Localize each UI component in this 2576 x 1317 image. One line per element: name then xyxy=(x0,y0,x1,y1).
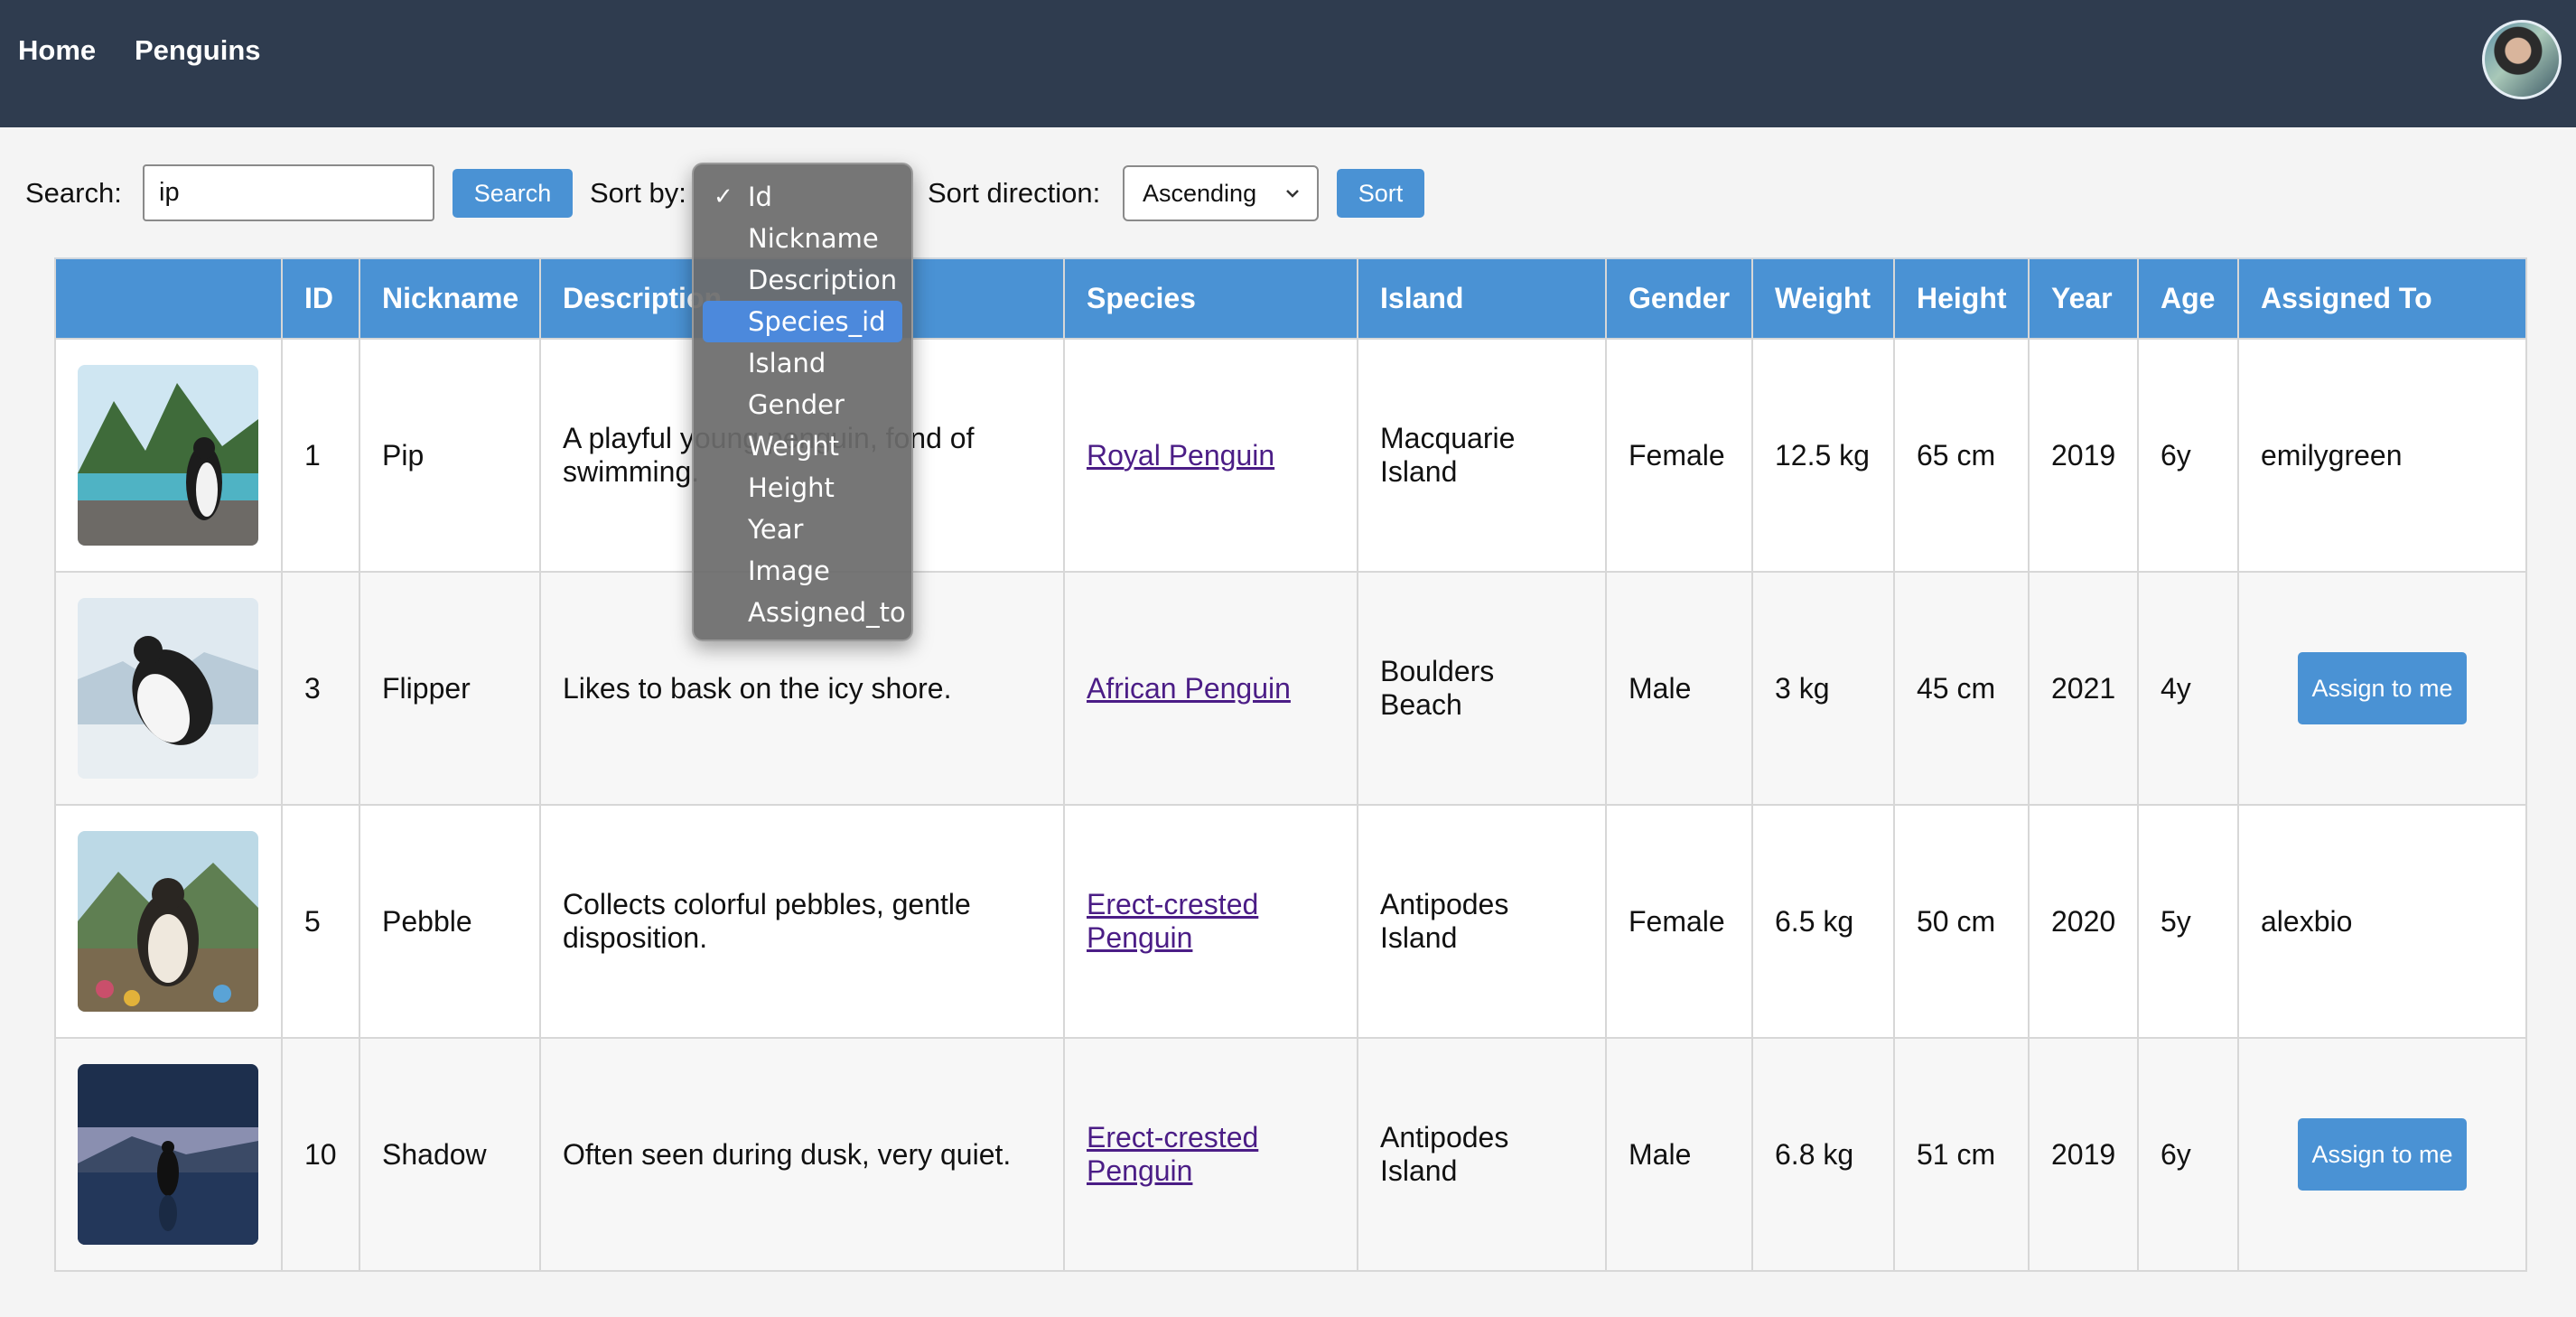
cell-height: 50 cm xyxy=(1893,804,2030,1039)
table-row: 1 Pip A playful young penguin, fond of s… xyxy=(54,338,2527,573)
cell-height: 51 cm xyxy=(1893,1037,2030,1272)
top-nav: Home Penguins xyxy=(0,0,2576,127)
sort-option-description[interactable]: Description xyxy=(703,259,902,301)
table-row: 5 Pebble Collects colorful pebbles, gent… xyxy=(54,804,2527,1039)
sort-option-species-id[interactable]: Species_id xyxy=(703,301,902,342)
sort-button[interactable]: Sort xyxy=(1337,169,1424,218)
table-row: 10 Shadow Often seen during dusk, very q… xyxy=(54,1037,2527,1272)
table-row: 3 Flipper Likes to bask on the icy shore… xyxy=(54,571,2527,806)
cell-height: 65 cm xyxy=(1893,338,2030,573)
cell-description: Collects colorful pebbles, gentle dispos… xyxy=(539,804,1065,1039)
species-link[interactable]: Royal Penguin xyxy=(1087,439,1274,472)
user-avatar[interactable] xyxy=(2482,20,2562,99)
table-header-row: ID Nickname Description Species Island G… xyxy=(54,257,2527,340)
assign-to-me-button[interactable]: Assign to me xyxy=(2298,1118,2467,1191)
header-height: Height xyxy=(1893,257,2030,340)
cell-year: 2020 xyxy=(2028,804,2139,1039)
cell-island: Antipodes Island xyxy=(1357,804,1607,1039)
cell-assigned-to: alexbio xyxy=(2237,804,2527,1039)
sort-option-height[interactable]: Height xyxy=(703,467,902,509)
cell-id: 3 xyxy=(281,571,360,806)
sort-direction-label: Sort direction: xyxy=(928,177,1101,209)
cell-island: Antipodes Island xyxy=(1357,1037,1607,1272)
penguin-photo xyxy=(78,365,258,546)
cell-id: 5 xyxy=(281,804,360,1039)
penguin-photo xyxy=(78,598,258,779)
header-gender: Gender xyxy=(1605,257,1753,340)
species-link[interactable]: African Penguin xyxy=(1087,672,1291,705)
sort-by-dropdown[interactable]: ✓ Id Nickname Description Species_id Isla… xyxy=(692,163,913,641)
sort-direction-value: Ascending xyxy=(1143,179,1257,207)
cell-nickname: Shadow xyxy=(359,1037,541,1272)
header-assigned-to: Assigned To xyxy=(2237,257,2527,340)
penguin-photo xyxy=(78,831,258,1012)
assign-to-me-button[interactable]: Assign to me xyxy=(2298,652,2467,724)
cell-weight: 12.5 kg xyxy=(1751,338,1895,573)
cell-age: 4y xyxy=(2137,571,2239,806)
header-age: Age xyxy=(2137,257,2239,340)
penguin-photo xyxy=(78,1064,258,1245)
cell-gender: Female xyxy=(1605,338,1753,573)
cell-description: Often seen during dusk, very quiet. xyxy=(539,1037,1065,1272)
sort-option-nickname[interactable]: Nickname xyxy=(703,218,902,259)
sort-direction-select[interactable]: Ascending xyxy=(1123,165,1319,221)
checkmark-icon: ✓ xyxy=(714,183,733,210)
cell-weight: 6.8 kg xyxy=(1751,1037,1895,1272)
cell-id: 1 xyxy=(281,338,360,573)
chevron-down-icon xyxy=(1286,190,1299,198)
sort-option-gender[interactable]: Gender xyxy=(703,384,902,425)
cell-height: 45 cm xyxy=(1893,571,2030,806)
header-species: Species xyxy=(1063,257,1358,340)
sort-by-label: Sort by: xyxy=(590,177,686,209)
penguins-table: ID Nickname Description Species Island G… xyxy=(54,257,2527,1272)
header-nickname: Nickname xyxy=(359,257,541,340)
header-id: ID xyxy=(281,257,360,340)
species-link[interactable]: Erect-crested Penguin xyxy=(1087,888,1258,954)
search-label: Search: xyxy=(25,177,122,209)
cell-age: 6y xyxy=(2137,338,2239,573)
cell-id: 10 xyxy=(281,1037,360,1272)
cell-assigned-to: emilygreen xyxy=(2237,338,2527,573)
cell-year: 2019 xyxy=(2028,1037,2139,1272)
cell-age: 5y xyxy=(2137,804,2239,1039)
cell-gender: Female xyxy=(1605,804,1753,1039)
header-island: Island xyxy=(1357,257,1607,340)
cell-nickname: Pebble xyxy=(359,804,541,1039)
header-weight: Weight xyxy=(1751,257,1895,340)
nav-home-link[interactable]: Home xyxy=(18,34,96,67)
search-input[interactable] xyxy=(143,164,434,221)
sort-option-image[interactable]: Image xyxy=(703,550,902,592)
sort-option-island[interactable]: Island xyxy=(703,342,902,384)
header-year: Year xyxy=(2028,257,2139,340)
cell-island: Macquarie Island xyxy=(1357,338,1607,573)
cell-nickname: Pip xyxy=(359,338,541,573)
species-link[interactable]: Erect-crested Penguin xyxy=(1087,1121,1258,1187)
nav-penguins-link[interactable]: Penguins xyxy=(135,34,261,67)
header-image xyxy=(54,257,283,340)
sort-option-assigned-to[interactable]: Assigned_to xyxy=(703,592,906,633)
cell-nickname: Flipper xyxy=(359,571,541,806)
cell-age: 6y xyxy=(2137,1037,2239,1272)
sort-option-weight[interactable]: Weight xyxy=(703,425,902,467)
cell-year: 2019 xyxy=(2028,338,2139,573)
search-button[interactable]: Search xyxy=(453,169,573,218)
cell-island: Boulders Beach xyxy=(1357,571,1607,806)
sort-option-id[interactable]: ✓ Id xyxy=(703,176,902,218)
cell-gender: Male xyxy=(1605,571,1753,806)
cell-year: 2021 xyxy=(2028,571,2139,806)
sort-option-year[interactable]: Year xyxy=(703,509,902,550)
cell-weight: 6.5 kg xyxy=(1751,804,1895,1039)
cell-gender: Male xyxy=(1605,1037,1753,1272)
cell-weight: 3 kg xyxy=(1751,571,1895,806)
